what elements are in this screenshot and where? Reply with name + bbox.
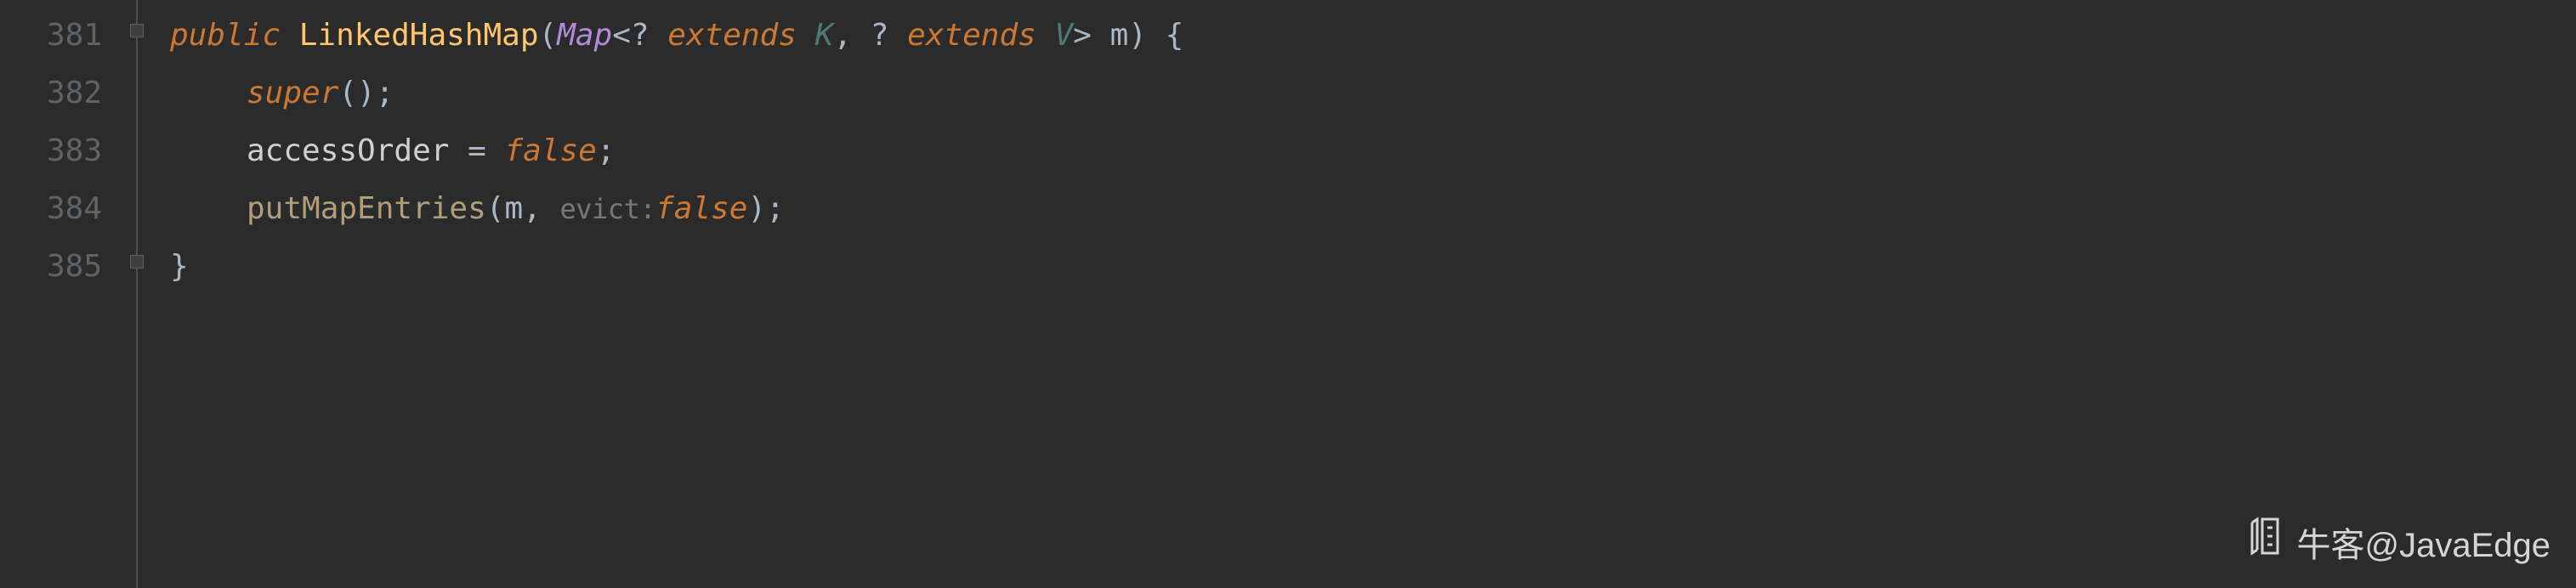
nowcoder-logo-icon xyxy=(2245,513,2286,578)
type-map: Map xyxy=(557,18,612,53)
code-line-384[interactable]: putMapEntries(m, evict:false); xyxy=(170,180,2576,238)
constructor-name: LinkedHashMap xyxy=(299,18,539,53)
type-param-v: V xyxy=(1055,18,1074,53)
keyword-public: public xyxy=(170,18,281,53)
line-number-gutter: 381 382 383 384 385 xyxy=(0,0,128,588)
fold-column xyxy=(128,0,162,588)
inlay-hint-evict: evict: xyxy=(560,193,656,225)
line-number: 384 xyxy=(0,180,102,238)
fold-guide-line xyxy=(136,0,138,588)
watermark-text: 牛客@JavaEdge xyxy=(2296,513,2550,578)
fold-collapse-icon[interactable] xyxy=(130,24,144,37)
line-number: 382 xyxy=(0,65,102,122)
code-line-381[interactable]: public LinkedHashMap(Map<? extends K, ? … xyxy=(170,7,2576,65)
code-line-385[interactable]: } xyxy=(170,238,2576,296)
method-putmapentries: putMapEntries xyxy=(247,191,486,226)
keyword-super: super xyxy=(247,76,338,110)
watermark: 牛客@JavaEdge xyxy=(2245,513,2550,578)
keyword-extends: extends xyxy=(667,18,797,53)
param-m: m xyxy=(1110,18,1129,53)
code-line-382[interactable]: super(); xyxy=(170,65,2576,122)
brace-open: { xyxy=(1166,18,1184,53)
code-area[interactable]: public LinkedHashMap(Map<? extends K, ? … xyxy=(162,0,2576,588)
code-line-383[interactable]: accessOrder = false; xyxy=(170,122,2576,180)
type-param-k: K xyxy=(815,18,834,53)
keyword-extends: extends xyxy=(907,18,1036,53)
line-number: 385 xyxy=(0,238,102,296)
line-number: 381 xyxy=(0,7,102,65)
keyword-false: false xyxy=(655,191,747,226)
keyword-false: false xyxy=(504,133,596,168)
fold-collapse-icon[interactable] xyxy=(130,255,144,269)
line-number: 383 xyxy=(0,122,102,180)
field-accessorder: accessOrder xyxy=(247,133,449,168)
brace-close: } xyxy=(170,249,189,284)
code-editor[interactable]: 381 382 383 384 385 public LinkedHashMap… xyxy=(0,0,2576,588)
